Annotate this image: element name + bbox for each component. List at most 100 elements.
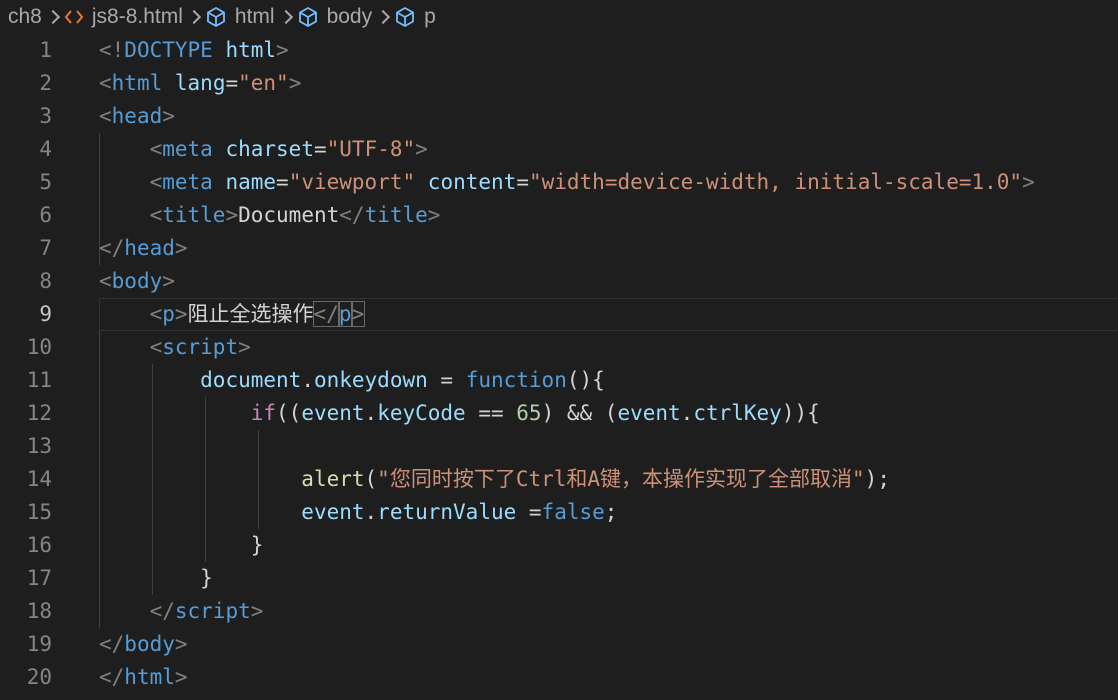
code-token: script — [174, 599, 251, 623]
code-token: </ — [312, 301, 340, 327]
code-token: Document — [238, 203, 340, 227]
breadcrumb-crumb-label: p — [424, 5, 436, 28]
line-number: 2 — [39, 71, 52, 95]
symbol-element-icon — [297, 6, 319, 28]
code-token: meta — [162, 170, 213, 194]
code-token: body — [111, 269, 163, 293]
code-text: <html lang="en"> — [99, 67, 301, 100]
breadcrumb-crumb-label: html — [234, 5, 275, 28]
line-number: 15 — [26, 500, 52, 524]
code-line[interactable]: 1 <!DOCTYPE html> — [0, 34, 1118, 67]
code-token: head — [124, 236, 175, 260]
breadcrumb-folder[interactable]: ch8 — [8, 5, 42, 29]
html-file-icon — [64, 7, 84, 27]
code-line[interactable]: 20 </html> — [0, 661, 1118, 694]
breadcrumb-crumb-p[interactable]: p — [394, 5, 436, 29]
chevron-right-icon — [42, 0, 64, 34]
code-token: </ — [99, 236, 125, 260]
code-token: event — [301, 500, 365, 524]
code-text: <!DOCTYPE html> — [99, 34, 289, 67]
code-line[interactable]: 5 <meta name="viewport" content="width=d… — [0, 166, 1118, 199]
code-line[interactable]: 10 <script> — [0, 331, 1118, 364]
code-token: onkeydown — [313, 368, 428, 392]
code-line[interactable]: 6 <title>Document</title> — [0, 199, 1118, 232]
code-line[interactable]: 14 alert("您同时按下了Ctrl和A键，本操作实现了全部取消"); — [0, 463, 1118, 496]
code-text: </html> — [99, 661, 188, 694]
line-number: 13 — [26, 434, 52, 458]
code-token: ; — [604, 500, 618, 524]
code-line[interactable]: 11 document.onkeydown = function(){ — [0, 364, 1118, 397]
line-number: 16 — [26, 533, 52, 557]
code-line[interactable]: 7 </head> — [0, 232, 1118, 265]
line-number: 19 — [26, 632, 52, 656]
breadcrumb-crumb-body[interactable]: body — [297, 5, 373, 29]
code-token: </ — [149, 599, 175, 623]
line-number: 10 — [26, 335, 52, 359]
code-text: event.returnValue =false; — [99, 496, 617, 529]
code-text: <meta charset="UTF-8"> — [99, 133, 428, 166]
line-number: 18 — [26, 599, 52, 623]
code-token: script — [162, 335, 239, 359]
code-token: > — [174, 302, 188, 326]
breadcrumb-crumb-label: body — [326, 5, 373, 28]
code-line[interactable]: 18 </script> — [0, 595, 1118, 628]
code-line[interactable]: 3 <head> — [0, 100, 1118, 133]
line-number: 5 — [39, 170, 52, 194]
code-text: <body> — [99, 265, 175, 298]
code-line[interactable]: 16 } — [0, 529, 1118, 562]
code-line[interactable]: 4 <meta charset="UTF-8"> — [0, 133, 1118, 166]
code-token: if — [250, 401, 277, 425]
line-number: 20 — [26, 665, 52, 689]
code-line[interactable]: 8 <body> — [0, 265, 1118, 298]
code-token: html — [111, 71, 163, 95]
code-token: html — [225, 38, 277, 62]
code-token: </ — [99, 665, 125, 689]
code-text: alert("您同时按下了Ctrl和A键，本操作实现了全部取消"); — [99, 463, 890, 496]
code-line[interactable]: 17 } — [0, 562, 1118, 595]
code-editor[interactable]: 1 <!DOCTYPE html> 2 <html lang="en"> 3 <head>… — [0, 34, 1118, 700]
breadcrumb-crumb-html[interactable]: html — [205, 5, 275, 29]
code-token: keyCode — [377, 401, 466, 425]
code-text: } — [99, 529, 264, 562]
code-token: 65 — [516, 401, 542, 425]
code-line[interactable]: 15 event.returnValue =false; — [0, 496, 1118, 529]
code-token: > — [427, 203, 441, 227]
symbol-element-icon — [205, 6, 227, 28]
code-token: "width=device-width, initial-scale=1.0" — [528, 170, 1023, 194]
code-line[interactable]: 19 </body> — [0, 628, 1118, 661]
code-line[interactable]: 12 if((event.keyCode == 65) && (event.ct… — [0, 397, 1118, 430]
code-token: title — [162, 203, 226, 227]
code-token: > — [174, 236, 188, 260]
breadcrumb-file[interactable]: js8-8.html — [64, 5, 183, 29]
code-token: name — [225, 170, 277, 194]
code-token: > — [162, 269, 175, 293]
code-line[interactable]: 2 <html lang="en"> — [0, 67, 1118, 100]
code-token: "UTF-8" — [326, 137, 416, 161]
code-token: > — [350, 301, 366, 327]
breadcrumb-file-label: js8-8.html — [91, 5, 183, 28]
code-token: < — [149, 302, 163, 326]
code-token: "viewport" — [288, 170, 416, 194]
code-token: < — [149, 137, 163, 161]
line-number: 4 — [39, 137, 52, 161]
code-token: > — [174, 665, 188, 689]
code-token: ( — [364, 467, 378, 491]
code-token: > — [174, 632, 188, 656]
line-number: 17 — [26, 566, 52, 590]
code-line[interactable]: 9 <p>阻止全选操作</p> — [0, 298, 1118, 331]
code-text: if((event.keyCode == 65) && (event.ctrlK… — [99, 397, 820, 430]
code-token: < — [149, 170, 163, 194]
code-token: > — [276, 38, 289, 62]
code-token: event — [617, 401, 681, 425]
code-token: function — [465, 368, 567, 392]
code-line[interactable]: 13 — [0, 430, 1118, 463]
code-token: html — [124, 665, 175, 689]
code-token: </ — [339, 203, 365, 227]
code-text: <head> — [99, 100, 175, 133]
